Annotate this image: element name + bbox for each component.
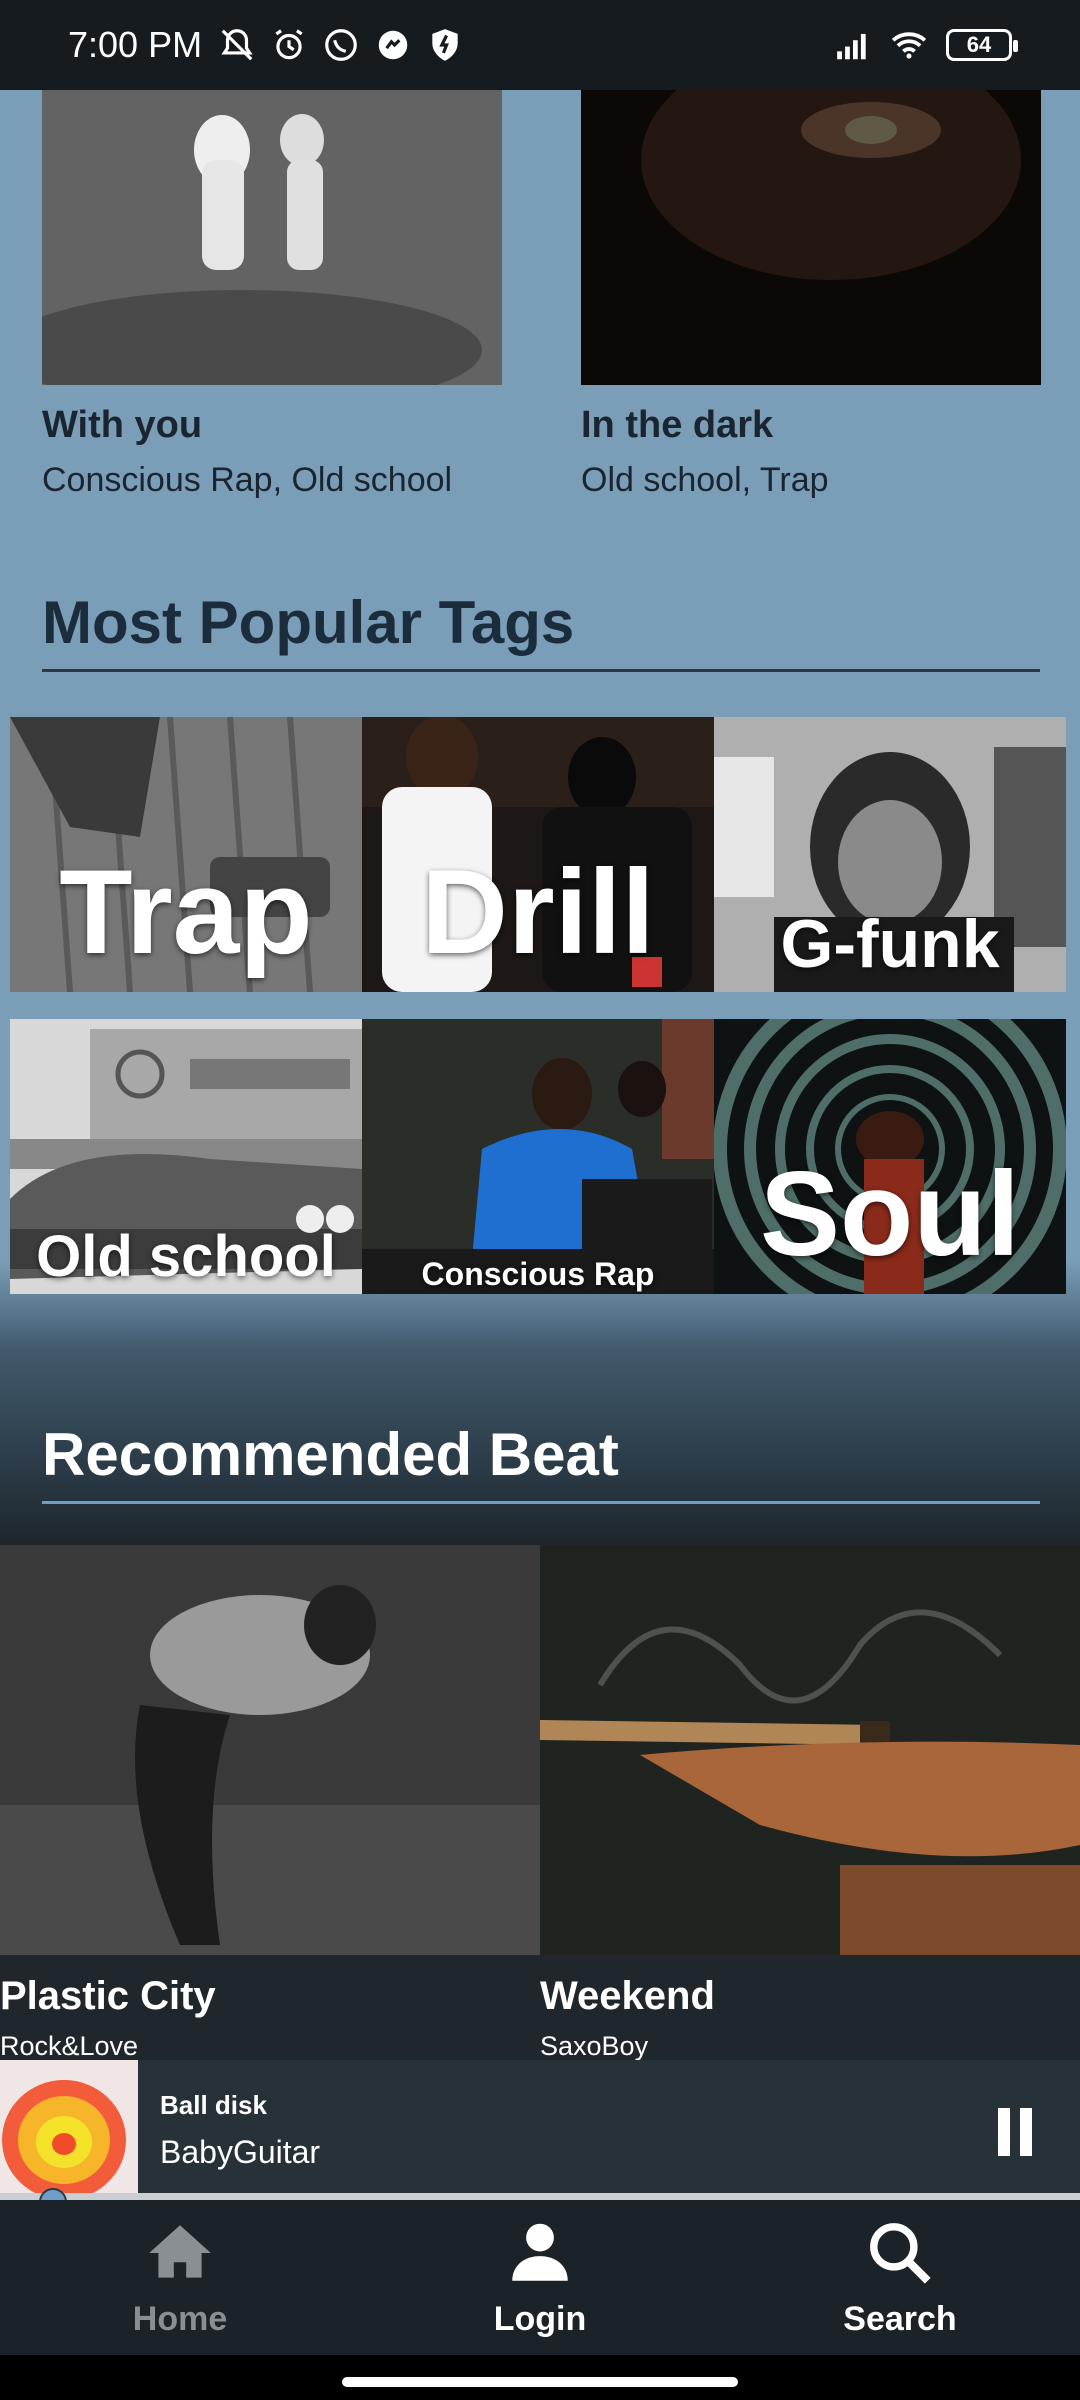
beat-title: Weekend (540, 1974, 715, 2018)
nav-login-label: Login (493, 2300, 587, 2338)
tag-soul[interactable]: Soul (714, 1019, 1066, 1294)
tag-label: G-funk (780, 906, 1000, 982)
tag-grid: Trap Drill G-funk Old school Conscious R… (10, 717, 1070, 1294)
beat-title: Plastic City (0, 1974, 216, 2018)
tag-trap[interactable]: Trap (10, 717, 362, 992)
home-gesture-bar[interactable] (342, 2377, 738, 2387)
player-track-title: Ball disk (160, 2090, 267, 2120)
shield-icon (432, 29, 458, 61)
mini-player[interactable]: Ball disk BabyGuitar (0, 2060, 1080, 2216)
song-card-with-you[interactable]: With you Conscious Rap, Old school (2, 90, 502, 500)
player-artist: BabyGuitar (160, 2134, 321, 2170)
beat-card-plastic-city[interactable]: Plastic City Rock&Love (0, 1545, 540, 2060)
song-cover-image (581, 90, 1041, 385)
home-icon (149, 2225, 211, 2278)
whatsapp-icon (325, 29, 357, 61)
alarm-icon (275, 29, 303, 60)
muted-bell-icon (221, 29, 253, 61)
main-content[interactable]: With you Conscious Rap, Old school In th… (0, 90, 1080, 2060)
song-tags: Conscious Rap, Old school (42, 461, 453, 499)
tag-conscious-rap[interactable]: Conscious Rap (362, 1019, 714, 1294)
bottom-nav: Home Login Search (0, 2200, 1080, 2355)
beat-card-weekend[interactable]: Weekend SaxoBoy (540, 1545, 1080, 2060)
beat-cover-image (540, 1545, 1080, 1955)
status-bar: 7:00 PM 64 (0, 0, 1080, 90)
battery-indicator: 64 (946, 29, 1018, 61)
nav-home-label: Home (132, 2300, 228, 2338)
gesture-area (0, 2355, 1080, 2400)
search-icon (870, 2223, 931, 2284)
nav-search[interactable]: Search (720, 2200, 1080, 2355)
tag-label: Soul (760, 1147, 1020, 1281)
beat-artist: Rock&Love (0, 2031, 139, 2060)
song-title: In the dark (581, 404, 774, 446)
tag-label: Trap (59, 845, 313, 979)
tag-drill[interactable]: Drill (362, 717, 714, 992)
tag-label: Old school (36, 1224, 336, 1289)
beat-cover-image (0, 1545, 540, 1955)
player-cover-image (0, 2060, 138, 2195)
signal-icon (837, 33, 866, 60)
nav-login[interactable]: Login (360, 2200, 720, 2355)
nav-search-label: Search (843, 2300, 957, 2338)
popular-tags-heading: Most Popular Tags (42, 588, 1040, 672)
person-icon (512, 2223, 568, 2281)
beat-artist: SaxoBoy (540, 2031, 649, 2060)
tag-g-funk[interactable]: G-funk (714, 717, 1066, 992)
nav-home[interactable]: Home (0, 2200, 360, 2355)
song-tags: Old school, Trap (581, 461, 829, 499)
tag-label: Drill (421, 845, 655, 979)
pause-button[interactable] (998, 2108, 1032, 2156)
song-title: With you (42, 404, 203, 446)
tag-old-school[interactable]: Old school (10, 1019, 362, 1294)
recommended-heading: Recommended Beat (42, 1420, 1040, 1504)
wifi-icon (891, 32, 927, 59)
messenger-icon (378, 30, 408, 60)
tag-image (362, 1019, 714, 1294)
song-card-in-the-dark[interactable]: In the dark Old school, Trap (581, 90, 1041, 500)
song-cover-image (2, 90, 502, 410)
status-time: 7:00 PM (68, 24, 203, 65)
tag-label: Conscious Rap (421, 1256, 655, 1292)
